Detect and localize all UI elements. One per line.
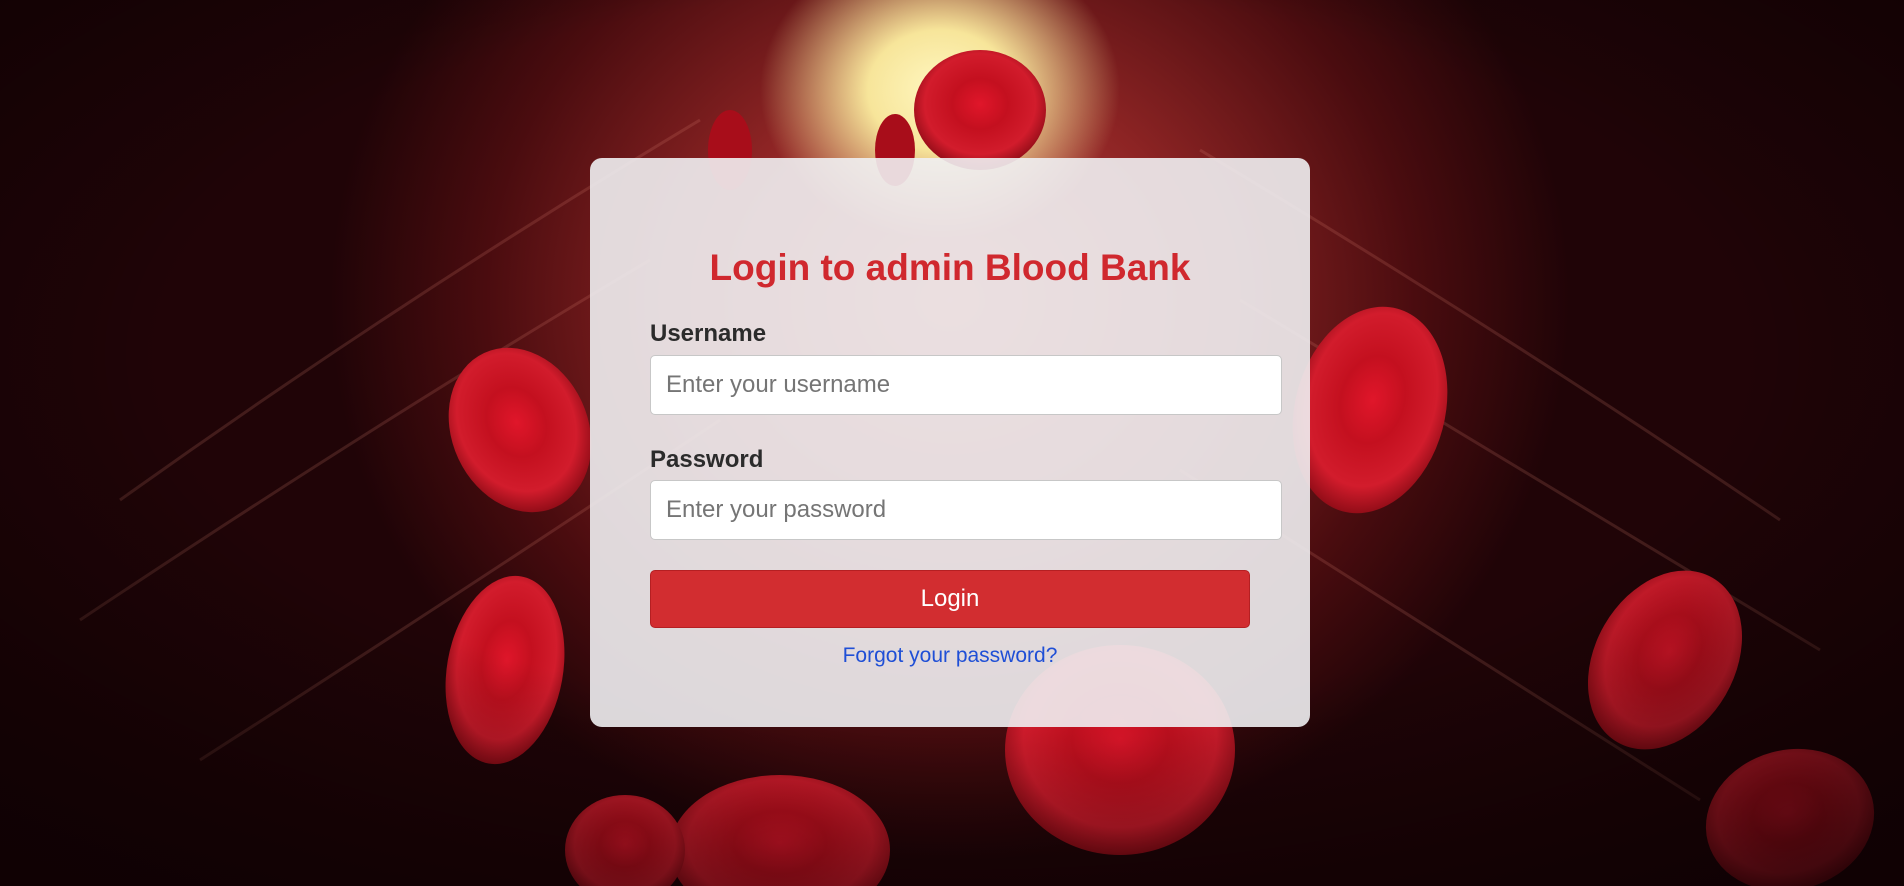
login-card: Login to admin Blood Bank Username Passw… xyxy=(590,158,1310,727)
username-label: Username xyxy=(650,320,767,347)
page-title: Login to admin Blood Bank xyxy=(709,247,1191,288)
login-button[interactable]: Login xyxy=(650,570,1250,628)
username-input[interactable] xyxy=(650,355,1282,415)
forgot-password-link[interactable]: Forgot your password? xyxy=(590,643,1310,669)
password-input[interactable] xyxy=(650,480,1282,540)
password-label: Password xyxy=(650,446,764,473)
